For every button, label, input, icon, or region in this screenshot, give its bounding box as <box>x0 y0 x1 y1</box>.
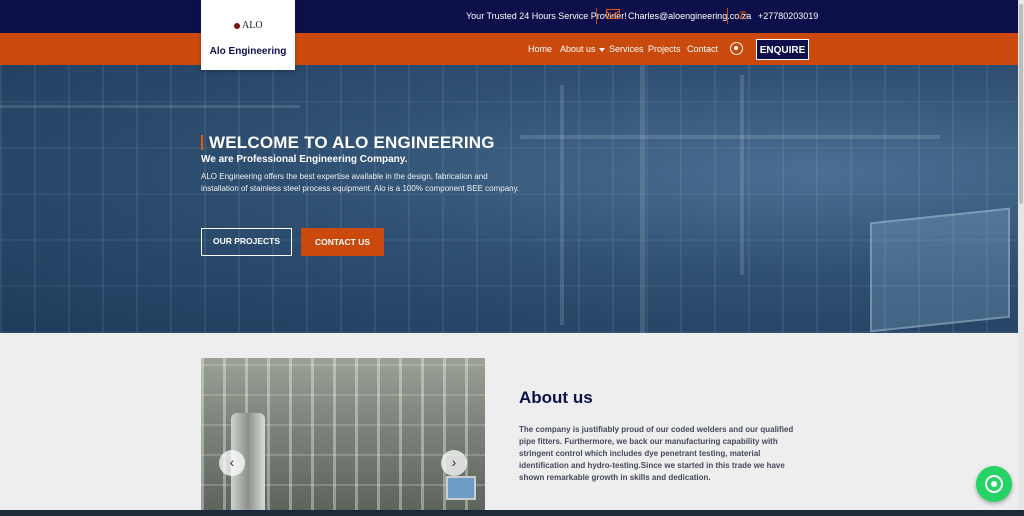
nav-services[interactable]: Services <box>609 44 644 54</box>
chevron-down-icon <box>598 47 605 52</box>
nav-about-label: About us <box>560 44 596 54</box>
logo-mark: ALO <box>234 20 263 31</box>
nav-projects[interactable]: Projects <box>648 44 681 54</box>
pipe-decoration <box>640 65 645 333</box>
carousel-next-icon[interactable]: › <box>441 450 467 476</box>
hero-subtitle: We are Professional Engineering Company. <box>201 154 408 165</box>
whatsapp-float-button[interactable] <box>976 466 1012 502</box>
phone-icon: ✆ <box>738 10 748 22</box>
pipe-decoration <box>520 135 940 139</box>
email-link[interactable]: Charles@aloengineering.co.za <box>628 11 751 21</box>
nav-home[interactable]: Home <box>528 44 552 54</box>
logo[interactable]: ALO Alo Engineering <box>201 0 295 70</box>
divider <box>596 8 597 24</box>
about-text: The company is justifiably proud of our … <box>519 425 794 482</box>
whatsapp-icon[interactable] <box>730 42 743 55</box>
screen-image <box>446 476 476 500</box>
pipe-decoration <box>740 75 744 275</box>
title-accent <box>201 135 203 150</box>
about-carousel: ‹ › <box>201 358 485 516</box>
logo-mark-text: ALO <box>242 20 263 31</box>
about-title: About us <box>519 388 593 407</box>
mail-icon <box>606 9 620 19</box>
scrollbar-thumb[interactable] <box>1019 4 1023 204</box>
hero-description: ALO Engineering offers the best expertis… <box>201 172 520 193</box>
phone-link[interactable]: +27780203019 <box>758 11 818 21</box>
control-panel-image <box>870 207 1010 333</box>
hero-title: WELCOME TO ALO ENGINEERING <box>209 133 495 152</box>
carousel-prev-icon[interactable]: ‹ <box>219 450 245 476</box>
nav-contact[interactable]: Contact <box>687 44 718 54</box>
scrollbar[interactable] <box>1018 0 1024 510</box>
top-bar: Your Trusted 24 Hours Service Provider! … <box>0 0 1024 33</box>
whatsapp-icon <box>985 475 1003 493</box>
tagline: Your Trusted 24 Hours Service Provider! <box>466 11 627 21</box>
pipe-decoration <box>560 85 564 325</box>
taskbar <box>0 510 1024 516</box>
pipe-decoration <box>0 105 300 108</box>
our-projects-button[interactable]: OUR PROJECTS <box>201 228 292 256</box>
enquire-button[interactable]: ENQUIRE <box>756 39 809 60</box>
divider <box>727 8 728 24</box>
hero-banner: WELCOME TO ALO ENGINEERING We are Profes… <box>0 65 1024 333</box>
nav-about[interactable]: About us <box>560 44 605 54</box>
logo-emblem-icon <box>234 22 240 29</box>
contact-us-button[interactable]: CONTACT US <box>301 228 384 256</box>
logo-name: Alo Engineering <box>209 46 287 57</box>
main-nav: Home About us Services Projects Contact … <box>0 33 1024 65</box>
